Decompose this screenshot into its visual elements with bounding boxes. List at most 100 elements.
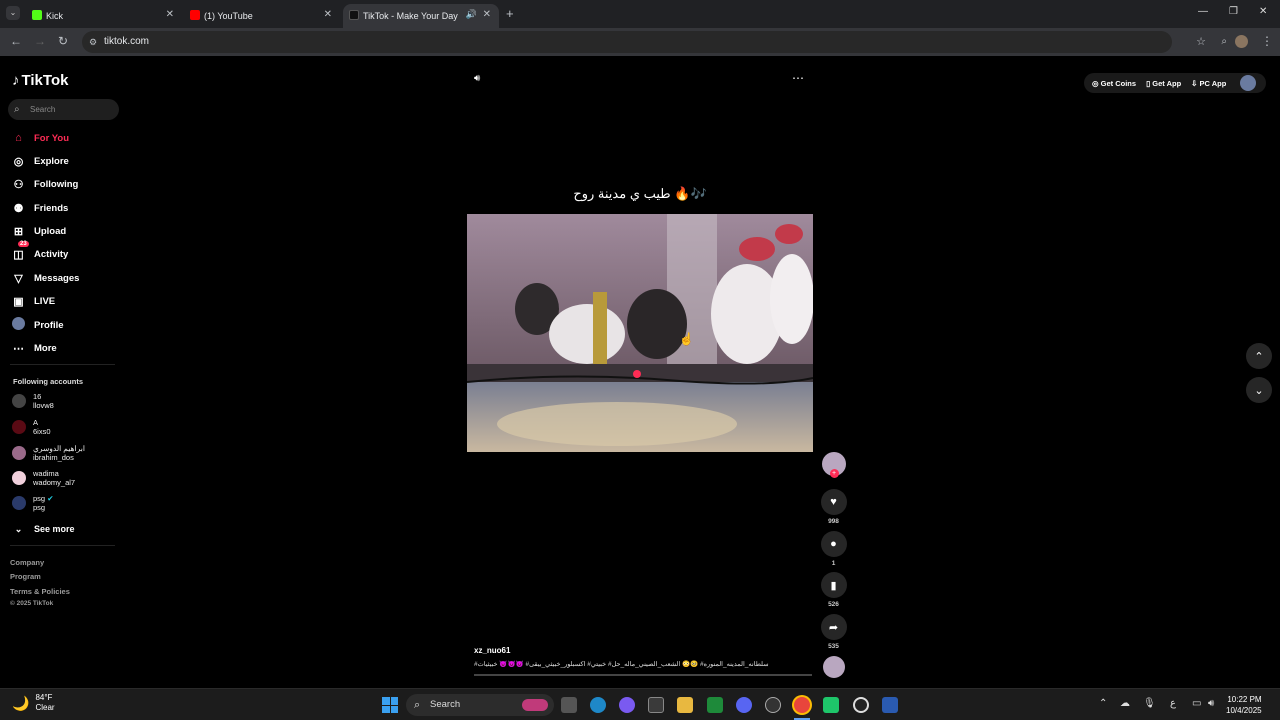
account-item[interactable]: ابراهيم الدوسري ibrahim_dos	[12, 444, 85, 462]
profile-avatar[interactable]	[1235, 35, 1248, 48]
footer-company-link[interactable]: Company	[10, 558, 44, 567]
steam-icon[interactable]	[765, 697, 781, 713]
network-icon[interactable]: ▭	[1192, 698, 1201, 709]
author-avatar-button[interactable]: +	[820, 452, 847, 478]
pc-app-button[interactable]: ⇩ PC App	[1191, 79, 1226, 88]
tiktok-logo[interactable]: ♪ TikTok	[12, 72, 68, 89]
account-item[interactable]: 16 llovw8	[12, 392, 54, 410]
see-more-button[interactable]: ⌄ See more	[12, 522, 75, 536]
microphone-icon[interactable]: 🎙︎	[1143, 698, 1156, 709]
taskbar-search[interactable]: ⌕ Search	[406, 694, 554, 716]
get-app-button[interactable]: ▯ Get App	[1146, 79, 1181, 88]
tab-youtube[interactable]: (1) YouTube ✕	[184, 4, 340, 28]
input-language-indicator[interactable]: ع	[1170, 698, 1176, 709]
video-caption: طيب ي مدينة روح 🔥🎶	[573, 186, 707, 201]
get-coins-button[interactable]: ◎ Get Coins	[1092, 79, 1136, 88]
clock[interactable]: 10:22 PM 10/4/2025	[1226, 694, 1262, 716]
xbox-icon[interactable]	[707, 697, 723, 713]
more-options-icon[interactable]: ⋯	[792, 71, 804, 85]
comment-icon: ●	[820, 531, 847, 557]
account-item[interactable]: wadima wadomy_al7	[12, 469, 75, 487]
tab-search-icon[interactable]: ⌄	[6, 6, 20, 20]
nav-label: Friends	[34, 202, 69, 214]
restore-window-button[interactable]: ❐	[1229, 6, 1238, 17]
save-button[interactable]: ▮ 526	[820, 572, 847, 608]
comment-button[interactable]: ● 1	[820, 531, 847, 567]
share-button[interactable]: ➦ 535	[820, 614, 847, 650]
like-count: 998	[828, 518, 839, 525]
chrome-icon[interactable]	[794, 697, 810, 713]
menu-kebab-icon[interactable]: ⋮	[1261, 34, 1273, 48]
video-progress-bar[interactable]	[474, 674, 812, 676]
nav-friends[interactable]: ⚉ Friends	[12, 201, 69, 215]
music-disc-button[interactable]	[820, 656, 847, 678]
following-accounts-heading: Following accounts	[13, 377, 84, 386]
video-player[interactable]: ☝	[467, 214, 813, 452]
zoom-icon[interactable]: ⌕	[1221, 31, 1227, 53]
home-icon: ⌂	[15, 132, 22, 144]
previous-video-button[interactable]: ⌃	[1246, 343, 1272, 369]
volume-icon[interactable]: 🔊︎	[474, 73, 480, 84]
close-tab-icon[interactable]: ✕	[324, 9, 332, 20]
user-avatar[interactable]	[1240, 75, 1257, 91]
nav-upload[interactable]: ⊞ Upload	[12, 224, 66, 238]
nav-live[interactable]: ▣ LIVE	[12, 294, 55, 308]
onedrive-cloud-icon[interactable]: ☁	[1120, 698, 1130, 709]
file-explorer-icon[interactable]	[677, 697, 693, 713]
weather-temp: 84°F	[35, 693, 53, 702]
tab-kick[interactable]: Kick ✕	[26, 4, 182, 28]
close-tab-icon[interactable]: ✕	[483, 9, 491, 20]
bookmark-star-icon[interactable]: ☆	[1196, 31, 1206, 53]
account-item[interactable]: A 6ixs0	[12, 418, 51, 436]
nav-following[interactable]: ⚇ Following	[12, 177, 79, 191]
author-username[interactable]: xz_nuo61	[474, 646, 814, 655]
footer-terms-link[interactable]: Terms & Policies	[10, 587, 70, 596]
tab-title: (1) YouTube	[204, 11, 253, 21]
more-icon: ⋯	[13, 342, 24, 355]
security-icon[interactable]	[882, 697, 898, 713]
forward-button[interactable]: →	[34, 34, 46, 48]
url-text: tiktok.com	[104, 36, 150, 47]
store-icon[interactable]	[648, 697, 664, 713]
tray-chevron-up-icon[interactable]: ⌃	[1099, 698, 1107, 709]
account-name: 16	[33, 392, 42, 401]
video-hashtags[interactable]: سلطانه_المدينه_المنوره# 🥺😳 الشعب_الصيني_…	[474, 660, 814, 668]
like-button[interactable]: ♥ 998	[820, 489, 847, 525]
follow-plus-icon[interactable]: +	[829, 469, 839, 478]
tiktok-sidebar: ♪ TikTok ⌕ Search ⌂ For You ◎ Explore ⚇ …	[0, 58, 130, 688]
account-item[interactable]: psg ✔ psg	[12, 494, 53, 512]
nav-for-you[interactable]: ⌂ For You	[12, 131, 69, 145]
verified-badge-icon: ✔	[47, 494, 54, 503]
edge-icon[interactable]	[590, 697, 606, 713]
nav-explore[interactable]: ◎ Explore	[12, 154, 69, 168]
video-meta: xz_nuo61 سلطانه_المدينه_المنوره# 🥺😳 الشع…	[474, 646, 814, 676]
footer-program-link[interactable]: Program	[10, 572, 41, 581]
nav-activity[interactable]: ◫ 23 Activity	[12, 240, 68, 261]
discord-icon[interactable]	[736, 697, 752, 713]
settings-icon[interactable]	[853, 697, 869, 713]
search-input[interactable]: ⌕ Search	[8, 99, 119, 120]
weather-widget[interactable]: 🌙 84°F Clear	[12, 693, 55, 713]
chevron-down-icon: ⌄	[14, 523, 23, 534]
tab-tiktok[interactable]: TikTok - Make Your Day 🔊 ✕	[343, 4, 499, 28]
back-button[interactable]: ←	[10, 34, 22, 48]
youtube-favicon-icon	[190, 10, 200, 20]
close-window-button[interactable]: ✕	[1259, 6, 1267, 17]
new-tab-button[interactable]: +	[506, 6, 514, 21]
copilot-icon[interactable]	[619, 697, 635, 713]
address-bar[interactable]: ⚙ tiktok.com ⇩ ⌕ ☆	[82, 31, 1248, 53]
speaker-icon[interactable]: 🔊︎	[1208, 698, 1214, 709]
start-button[interactable]	[382, 697, 398, 713]
account-name: psg	[33, 494, 46, 503]
next-video-button[interactable]: ⌄	[1246, 377, 1272, 403]
nav-profile[interactable]: Profile	[12, 317, 64, 332]
site-info-icon[interactable]: ⚙	[89, 31, 97, 53]
minimize-window-button[interactable]: —	[1198, 6, 1208, 17]
tab-audio-icon[interactable]: 🔊	[466, 9, 477, 20]
app-icon[interactable]	[823, 697, 839, 713]
close-tab-icon[interactable]: ✕	[166, 9, 174, 20]
task-view-icon[interactable]	[561, 697, 577, 713]
nav-more[interactable]: ⋯ More	[12, 341, 57, 355]
reload-button[interactable]: ↻	[58, 34, 68, 48]
nav-messages[interactable]: ▽ Messages	[12, 271, 79, 285]
